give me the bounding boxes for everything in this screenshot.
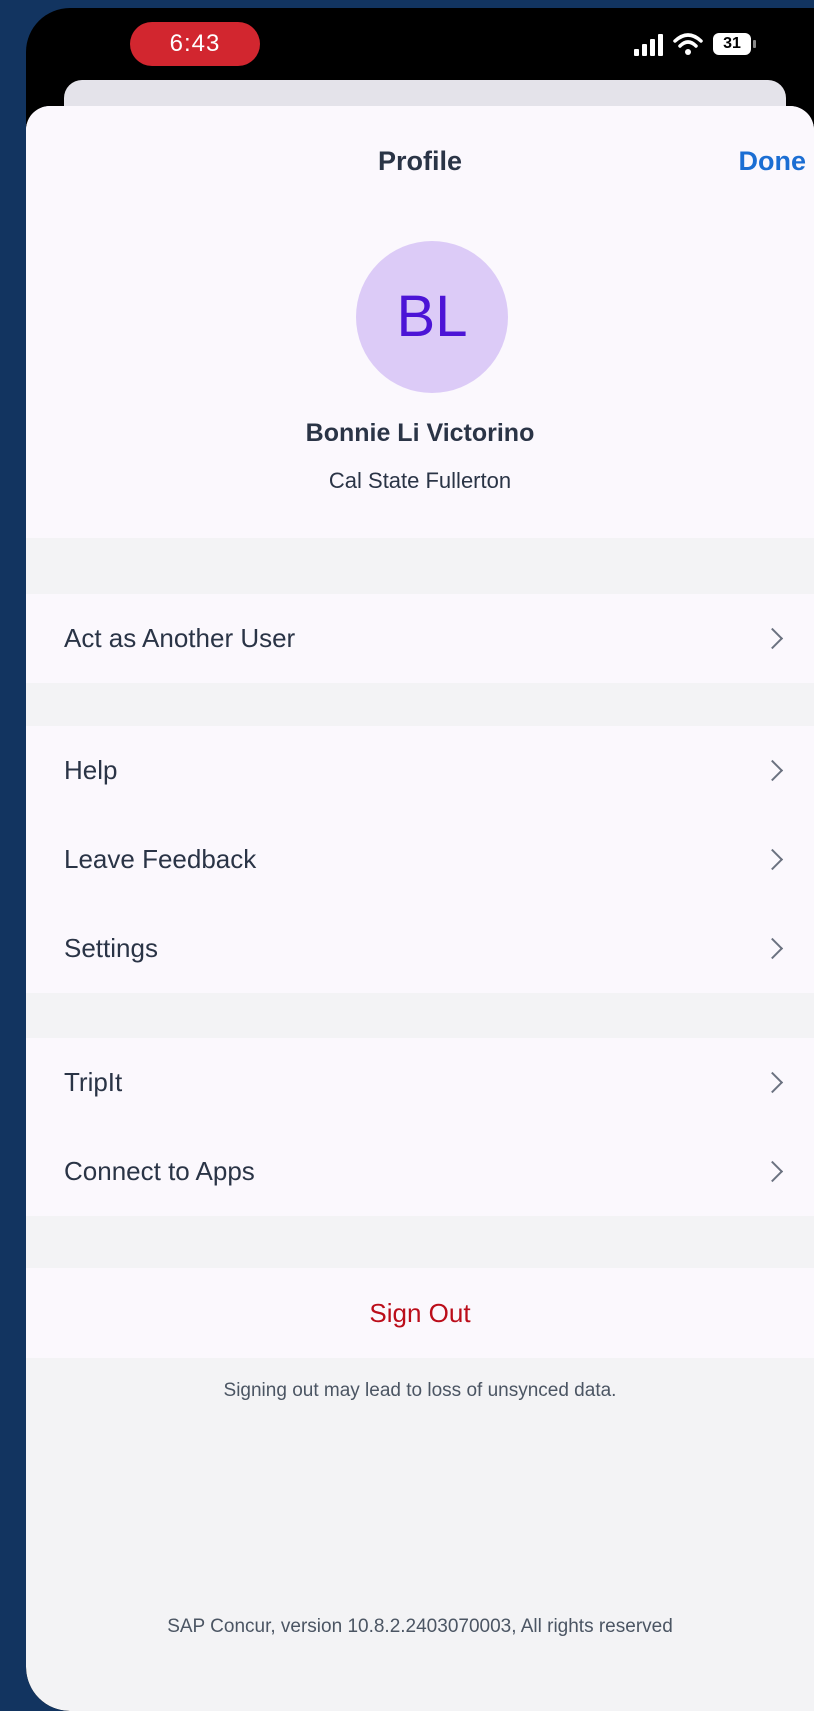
wifi-icon xyxy=(673,33,703,55)
phone-screen: 6:43 31 Profile Done BL Bonnie Li Victor… xyxy=(26,8,814,1711)
status-icons: 31 xyxy=(634,24,756,64)
menu-item-label: Act as Another User xyxy=(64,623,296,653)
menu-item-label: Connect to Apps xyxy=(64,1156,255,1186)
menu-item-leave-feedback[interactable]: Leave Feedback xyxy=(26,815,814,904)
avatar: BL xyxy=(356,241,508,393)
page-title: Profile xyxy=(377,146,463,176)
menu-item-label: TripIt xyxy=(64,1067,123,1097)
menu-item-connect-to-apps[interactable]: Connect to Apps xyxy=(26,1127,814,1216)
menu-item-label: Help xyxy=(64,755,118,785)
status-time: 6:43 xyxy=(130,22,260,66)
menu-item-act-as-another-user[interactable]: Act as Another User xyxy=(26,594,814,683)
sign-out-group: Sign Out xyxy=(26,1268,814,1358)
menu-item-settings[interactable]: Settings xyxy=(26,904,814,993)
chevron-right-icon xyxy=(761,1071,784,1094)
menu-item-help[interactable]: Help xyxy=(26,726,814,815)
chevron-right-icon xyxy=(761,627,784,650)
profile-header: Profile Done BL Bonnie Li Victorino Cal … xyxy=(26,106,814,538)
chevron-right-icon xyxy=(761,759,784,782)
menu-item-label: Leave Feedback xyxy=(64,844,257,874)
cellular-signal-icon xyxy=(634,32,663,56)
menu-group-support: Help Leave Feedback Settings xyxy=(26,726,814,993)
battery-icon: 31 xyxy=(713,33,756,55)
version-info: SAP Concur, version 10.8.2.2403070003, A… xyxy=(167,1616,673,1637)
menu-item-tripit[interactable]: TripIt xyxy=(26,1038,814,1127)
chevron-right-icon xyxy=(761,1160,784,1183)
organization-name: Cal State Fullerton xyxy=(328,468,512,493)
menu-group-apps: TripIt Connect to Apps xyxy=(26,1038,814,1216)
done-button[interactable]: Done xyxy=(739,146,807,177)
profile-sheet: Profile Done BL Bonnie Li Victorino Cal … xyxy=(26,106,814,1711)
chevron-right-icon xyxy=(761,937,784,960)
menu-group-user: Act as Another User xyxy=(26,594,814,683)
user-name: Bonnie Li Victorino xyxy=(305,419,535,447)
chevron-right-icon xyxy=(761,848,784,871)
sign-out-warning: Signing out may lead to loss of unsynced… xyxy=(223,1380,617,1401)
sign-out-button[interactable]: Sign Out xyxy=(26,1268,814,1358)
menu-item-label: Settings xyxy=(64,933,158,963)
